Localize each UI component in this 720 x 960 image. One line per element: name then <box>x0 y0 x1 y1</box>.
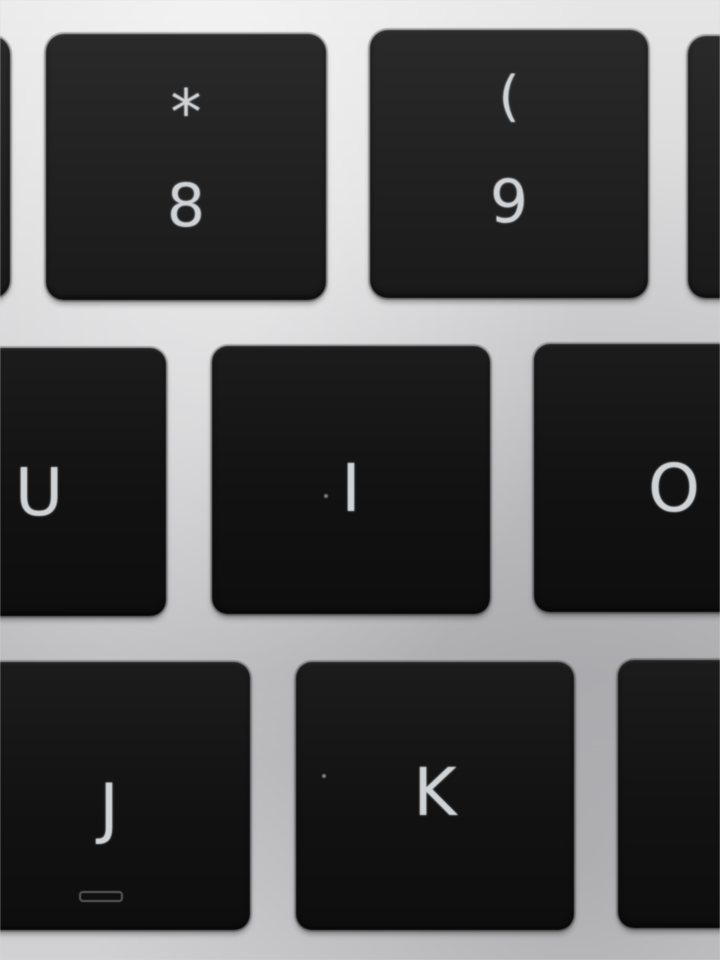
key-i-legend: I <box>341 450 361 527</box>
key-9-number-legend: 9 <box>489 167 529 237</box>
key-8-number-legend: 8 <box>166 171 206 241</box>
key-9-shift-legend: ( <box>498 65 520 128</box>
key-9: ( 9 <box>370 30 648 298</box>
dust-speck <box>322 774 326 778</box>
key-j-legend: J <box>99 770 119 847</box>
key-l-partial <box>618 660 720 928</box>
key-7-partial <box>0 36 10 298</box>
key-k-legend: K <box>413 754 457 831</box>
key-u-legend: U <box>14 454 64 531</box>
key-8: * 8 <box>46 34 326 300</box>
key-0-partial <box>688 36 720 298</box>
keyboard-photo: * 8 ( 9 U I O J K <box>0 0 720 960</box>
dust-speck <box>324 494 328 498</box>
key-u: U <box>0 348 166 616</box>
key-8-shift-legend: * <box>170 76 202 149</box>
key-o: O <box>534 344 720 612</box>
key-o-legend: O <box>648 450 700 527</box>
key-i: I <box>212 346 490 614</box>
home-row-bump <box>79 891 123 902</box>
key-j: J <box>0 662 250 930</box>
key-k: K <box>296 662 574 930</box>
